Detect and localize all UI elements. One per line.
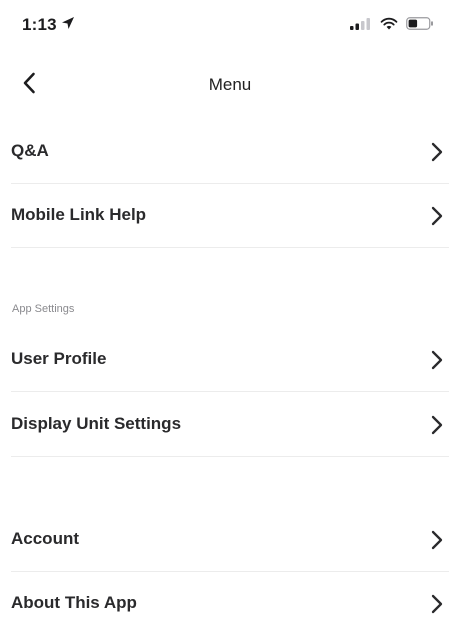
menu-item-account[interactable]: Account <box>0 508 460 572</box>
divider <box>11 456 449 457</box>
divider <box>11 391 449 392</box>
chevron-right-icon <box>430 142 444 162</box>
section-header-app-settings: App Settings <box>12 303 75 315</box>
status-bar: 1:13 <box>0 0 460 48</box>
status-time-text: 1:13 <box>22 15 57 34</box>
menu-item-label: Account <box>11 529 79 548</box>
menu-item-mobile-link-help[interactable]: Mobile Link Help <box>0 184 460 248</box>
menu-item-label: About This App <box>11 593 137 612</box>
menu-item-label: Q&A <box>11 141 49 160</box>
cellular-signal-icon <box>350 17 372 35</box>
chevron-right-icon <box>430 415 444 435</box>
menu-item-label: Mobile Link Help <box>11 205 147 224</box>
location-arrow-icon <box>61 15 75 35</box>
divider <box>11 247 449 248</box>
status-icons <box>350 17 434 35</box>
menu-item-label: Display Unit Settings <box>11 414 182 433</box>
menu-item-qa[interactable]: Q&A <box>0 120 460 184</box>
status-time: 1:13 <box>22 15 75 35</box>
menu-item-display-unit-settings[interactable]: Display Unit Settings <box>0 393 460 457</box>
navigation-bar: Menu <box>0 60 460 110</box>
menu-item-user-profile[interactable]: User Profile <box>0 328 460 392</box>
chevron-right-icon <box>430 530 444 550</box>
menu-item-label: User Profile <box>11 349 107 368</box>
wifi-icon <box>380 17 398 35</box>
menu-item-about-this-app[interactable]: About This App <box>0 572 460 636</box>
battery-icon <box>406 17 434 35</box>
chevron-right-icon <box>430 594 444 614</box>
chevron-right-icon <box>430 350 444 370</box>
page-title: Menu <box>208 75 252 94</box>
chevron-right-icon <box>430 206 444 226</box>
